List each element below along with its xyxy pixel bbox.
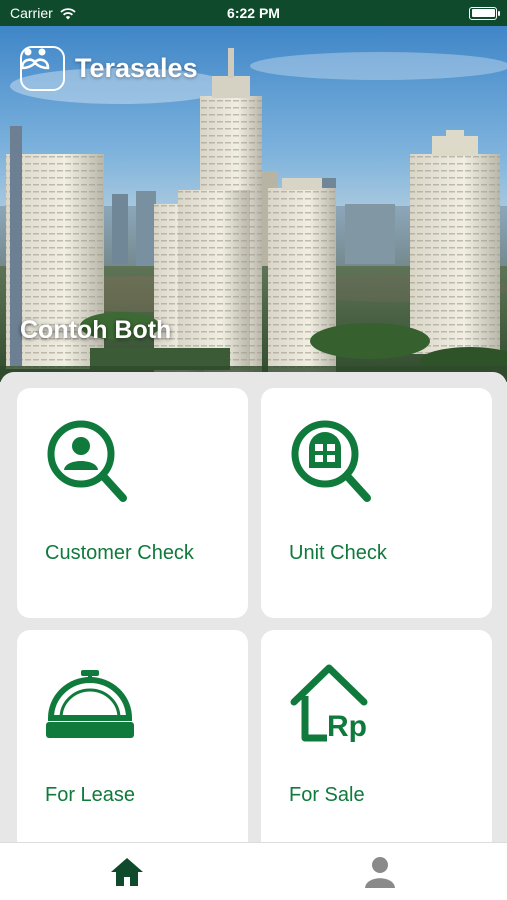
- tab-home[interactable]: [0, 843, 254, 900]
- app-name: Terasales: [75, 53, 198, 83]
- customer-search-icon: [47, 420, 127, 502]
- wifi-icon: [60, 7, 76, 19]
- project-name: Contoh Both: [20, 316, 172, 344]
- carrier-label: Carrier: [10, 5, 53, 21]
- customer-check-tile[interactable]: Customer Check: [17, 388, 248, 618]
- tab-profile[interactable]: [254, 843, 507, 900]
- unit-check-label: Unit Check: [289, 542, 387, 564]
- bottom-tab-bar: [0, 842, 507, 900]
- for-sale-label: For Sale: [289, 784, 365, 806]
- hero-banner: Terasales Contoh Both: [0, 26, 507, 382]
- status-bar: Carrier 6:22 PM: [0, 0, 507, 26]
- profile-icon: [365, 856, 396, 888]
- home-icon: [110, 857, 143, 886]
- status-left: Carrier: [10, 5, 77, 21]
- customer-check-label: Customer Check: [45, 542, 194, 564]
- app-logo-icon: [20, 46, 65, 91]
- brand: Terasales: [20, 46, 198, 91]
- svg-text:Rp: Rp: [327, 710, 367, 743]
- unit-search-icon: [291, 420, 371, 502]
- for-lease-tile[interactable]: For Lease: [17, 630, 248, 860]
- menu-grid: Customer Check Unit Check For Lease Rp F…: [0, 372, 507, 860]
- service-bell-icon: [46, 670, 134, 738]
- for-lease-label: For Lease: [45, 784, 136, 806]
- battery-icon: [469, 6, 500, 20]
- house-rp-icon: Rp: [290, 664, 368, 743]
- for-sale-tile[interactable]: Rp For Sale: [261, 630, 492, 860]
- unit-check-tile[interactable]: Unit Check: [261, 388, 492, 618]
